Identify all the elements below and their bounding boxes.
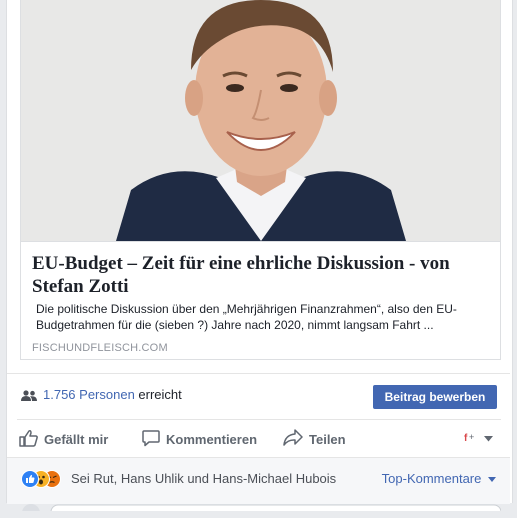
reaction-names[interactable]: Sei Rut, Hans Uhlik und Hans-Michael Hub… bbox=[71, 471, 336, 486]
reach-suffix: erreicht bbox=[138, 387, 182, 402]
chevron-down-icon bbox=[485, 471, 496, 486]
comment-sort-label: Top-Kommentare bbox=[381, 471, 482, 486]
post-card: EU-Budget – Zeit für eine ehrliche Disku… bbox=[6, 0, 513, 518]
preview-description: Die politische Diskussion über den „Mehr… bbox=[36, 302, 457, 332]
link-preview[interactable]: EU-Budget – Zeit für eine ehrliche Disku… bbox=[20, 0, 501, 360]
share-label: Teilen bbox=[309, 431, 346, 447]
reaction-icons[interactable] bbox=[21, 470, 61, 488]
chevron-down-icon bbox=[484, 433, 493, 445]
reach-text: 1.756 Personen erreicht bbox=[43, 387, 182, 402]
share-button[interactable]: Teilen bbox=[283, 420, 346, 458]
preview-image[interactable] bbox=[21, 0, 500, 241]
reach-count-link[interactable]: 1.756 Personen bbox=[43, 387, 135, 402]
promote-post-button[interactable]: Beitrag bewerben bbox=[373, 385, 497, 409]
like-button[interactable]: Gefällt mir bbox=[19, 420, 108, 458]
comment-icon bbox=[142, 429, 166, 450]
action-bar: Gefällt mir Kommentieren Teilen f + bbox=[17, 419, 501, 458]
preview-domain: FISCHUNDFLEISCH.COM bbox=[32, 342, 168, 354]
people-icon bbox=[21, 389, 37, 407]
comment-label: Kommentieren bbox=[166, 431, 258, 447]
svg-text:f: f bbox=[464, 433, 468, 444]
share-arrow-icon bbox=[283, 429, 309, 449]
preview-headline[interactable]: EU-Budget – Zeit für eine ehrliche Disku… bbox=[32, 252, 487, 298]
avatar-switcher-icon: f + bbox=[464, 430, 480, 447]
post-as-selector[interactable]: f + bbox=[464, 430, 493, 447]
svg-text:+: + bbox=[469, 432, 474, 442]
comment-button[interactable]: Kommentieren bbox=[142, 420, 257, 458]
reach-row: 1.756 Personen erreicht Beitrag bewerben bbox=[7, 373, 510, 420]
portrait-photo bbox=[21, 0, 500, 241]
like-reaction-icon bbox=[21, 470, 39, 488]
reactions-bar: Sei Rut, Hans Uhlik und Hans-Michael Hub… bbox=[7, 457, 510, 518]
preview-text-block[interactable]: EU-Budget – Zeit für eine ehrliche Disku… bbox=[21, 241, 500, 359]
like-label: Gefällt mir bbox=[44, 431, 109, 447]
comment-sort-dropdown[interactable]: Top-Kommentare bbox=[382, 471, 496, 486]
comment-composer-partial[interactable] bbox=[21, 498, 502, 518]
thumbs-up-icon bbox=[19, 429, 44, 450]
